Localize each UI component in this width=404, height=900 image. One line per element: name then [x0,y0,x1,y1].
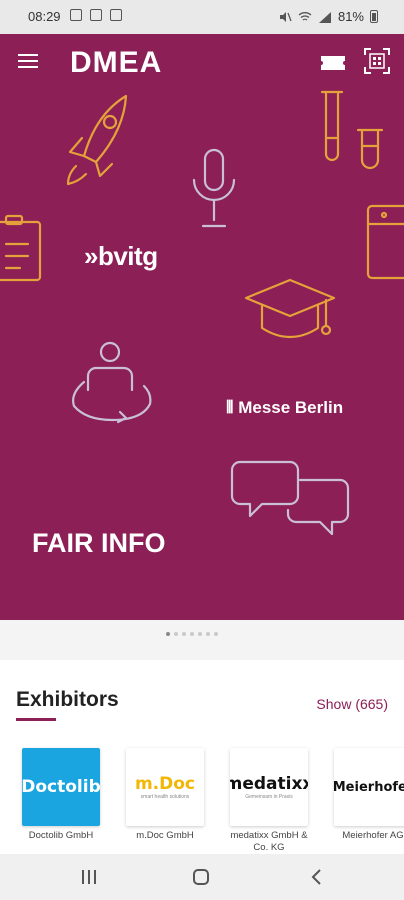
pager-dot[interactable] [166,632,170,636]
status-time: 08:29 [28,9,61,24]
notification-icons [70,9,122,21]
exhibitor-logo-text: medatixx [230,774,308,794]
pager-dot[interactable] [190,632,194,636]
battery-icon [370,10,378,23]
qr-scan-icon[interactable] [364,48,390,74]
battery-percent: 81% [337,9,364,24]
exhibitor-logo-text: Doctolib [22,777,100,797]
messe-columns-icon: ⦀ [226,398,239,417]
menu-icon[interactable] [18,54,38,68]
exhibitor-logo: m.Doc smart health solutions [126,748,204,826]
mute-icon [279,11,292,22]
window-icon [366,204,404,280]
exhibitors-title: Exhibitors [16,688,119,711]
exhibitor-logo-subtext: Gemeinsam in Praxis [245,794,293,800]
status-bar: 08:29 81% [0,0,404,34]
exhibitor-name: Meierhofer AG [342,830,404,841]
exhibitor-item[interactable]: m.Doc smart health solutions m.Doc GmbH [126,748,204,854]
ticket-icon[interactable] [320,54,346,72]
exhibitor-name: Doctolib GmbH [28,830,94,841]
exhibitor-item[interactable]: Meierhofer Meierhofer AG [334,748,404,854]
exhibitor-name: medatixx GmbH & Co. KG [230,830,308,853]
pager-dot[interactable] [206,632,210,636]
hero-banner[interactable]: DMEA »bvitg ⦀ Messe Berlin FAIR INFO [0,34,404,620]
show-all-link[interactable]: Show (665) [316,696,388,712]
hero-title: FAIR INFO [32,528,166,558]
back-icon[interactable] [310,869,322,885]
app-logo: DMEA [70,46,163,79]
exhibitor-logo-text: m.Doc [134,774,196,794]
wifi-icon [298,11,312,21]
test-tubes-icon [320,90,384,170]
exhibitor-item[interactable]: medatixx Gemeinsam in Praxis medatixx GmbH… [230,748,308,854]
exhibitor-logo: Meierhofer [334,748,404,826]
exhibitors-section: Exhibitors Show (665) Doctolib Doctolib G… [0,660,404,854]
speech-bubbles-icon [230,460,350,536]
exhibitor-name: m.Doc GmbH [136,830,194,841]
pager-dot[interactable] [198,632,202,636]
title-underline [16,718,56,721]
sponsor-logo-bvitg: »bvitg [84,241,158,271]
carousel-pager [0,620,404,660]
message-notification-icon [110,9,122,21]
home-icon[interactable] [193,869,209,885]
pager-dot[interactable] [174,632,178,636]
exhibitor-logo-text: Meierhofer [334,779,404,795]
status-right: 81% [278,9,378,24]
signal-icon [318,11,331,23]
microphone-icon [192,148,236,228]
exhibitor-logo: medatixx Gemeinsam in Praxis [230,748,308,826]
image-notification-icon [90,9,102,21]
rocket-icon [66,94,128,186]
sponsor-logo-messe-berlin: ⦀ Messe Berlin [226,398,344,417]
exhibitor-logo: Doctolib [22,748,100,826]
pager-dot[interactable] [214,632,218,636]
pager-dot[interactable] [182,632,186,636]
exhibitor-item[interactable]: Doctolib Doctolib GmbH [22,748,100,854]
exhibitor-carousel[interactable]: Doctolib Doctolib GmbH m.Doc smart health s… [22,748,404,854]
bvitg-mark-icon: » [84,241,98,271]
pager-dots[interactable] [166,632,218,636]
check-notification-icon [70,9,82,21]
graduation-cap-icon [244,278,336,339]
person-rotation-icon [72,341,152,424]
clipboard-icon [0,214,42,282]
exhibitor-logo-subtext: smart health solutions [140,794,190,800]
system-nav-bar [0,854,404,900]
recent-apps-icon[interactable] [82,870,96,884]
